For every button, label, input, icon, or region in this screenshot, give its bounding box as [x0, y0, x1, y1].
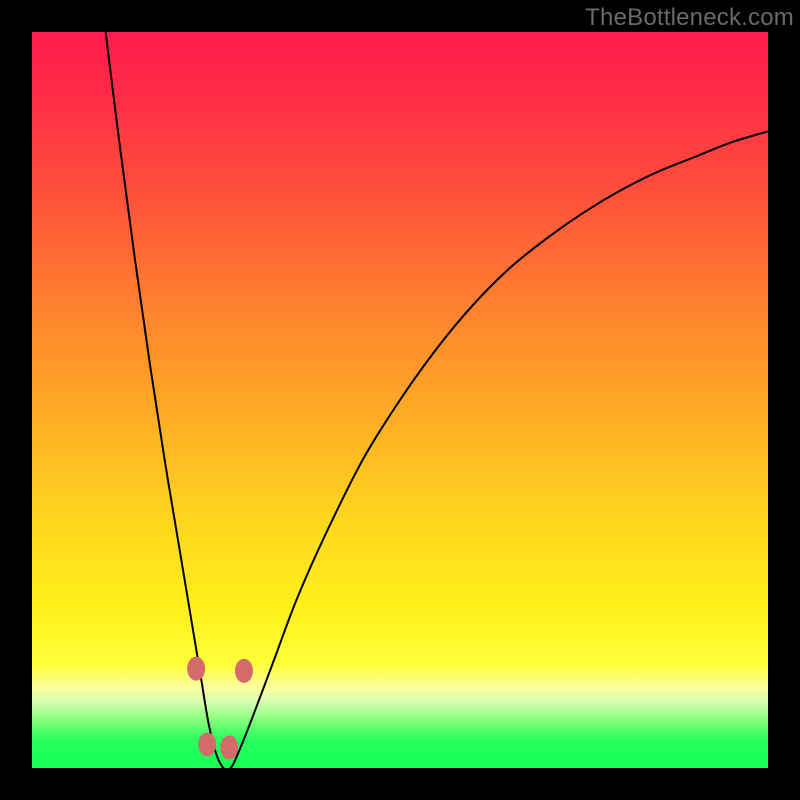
- chart-frame: TheBottleneck.com: [0, 0, 800, 800]
- watermark-text: TheBottleneck.com: [585, 4, 794, 32]
- plot-area: [32, 32, 768, 768]
- curve-markers: [187, 657, 253, 760]
- curve-line: [106, 32, 768, 768]
- curve-marker: [187, 657, 205, 681]
- curve-marker: [220, 735, 238, 759]
- curve-marker: [198, 732, 216, 756]
- bottleneck-curve: [32, 32, 768, 768]
- curve-marker: [235, 659, 253, 683]
